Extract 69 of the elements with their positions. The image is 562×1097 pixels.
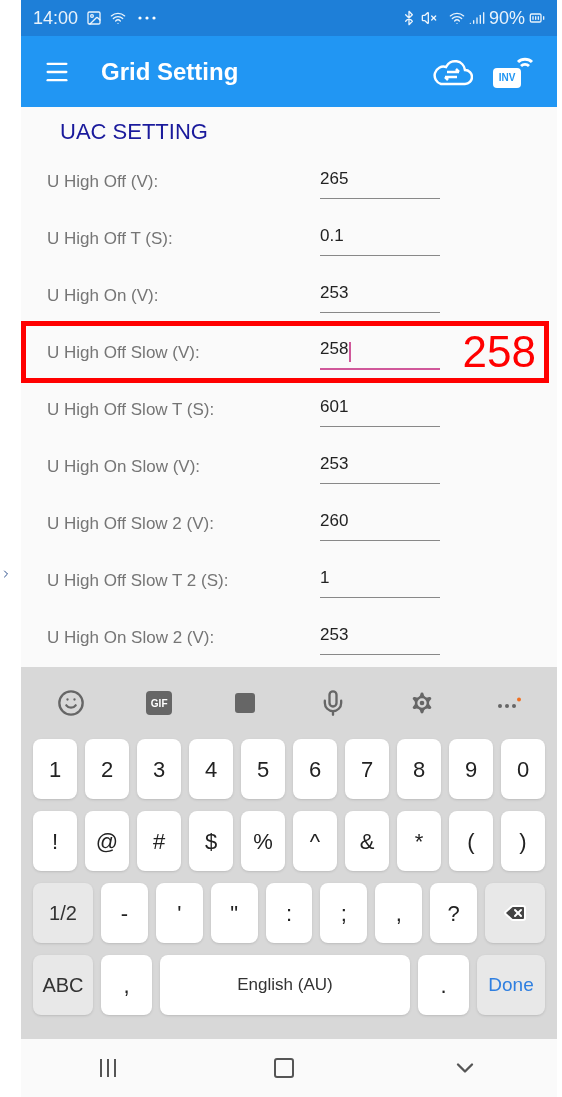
mute-icon [420,10,437,26]
keyboard-key[interactable]: ? [430,883,477,943]
gif-icon[interactable]: GIF [146,691,173,715]
keyboard-key[interactable]: 5 [241,739,285,799]
wifi-icon [448,10,465,26]
keyboard-key[interactable]: 2 [85,739,129,799]
keyboard-key[interactable]: ( [449,811,493,871]
keyboard-key[interactable]: ' [155,883,203,943]
input-field[interactable]: 265 [320,164,440,199]
app-title: Grid Setting [101,56,239,87]
image-icon [86,10,103,26]
battery-text: 90% [488,6,525,30]
keyboard-key[interactable]: : [265,883,313,943]
input-field[interactable]: 253 [320,449,440,484]
more-icon[interactable] [496,697,521,709]
input-field[interactable]: 1 [320,563,440,598]
text-cursor [349,341,352,362]
keyboard-key[interactable]: 8 [397,739,441,799]
input-field[interactable]: 253 [320,278,440,313]
keyboard-key[interactable]: . [418,955,469,1015]
battery-icon [529,10,545,26]
recent-apps-icon[interactable] [98,1058,117,1078]
field-label: U High On (V): [47,284,160,307]
field-label: U High Off Slow T 2 (S): [47,569,230,592]
emoji-icon[interactable] [57,689,85,717]
annotation-text: 258 [462,330,536,374]
section-title: UAC SETTING [60,118,209,146]
field-label: U High Off T (S): [47,227,174,250]
keyboard-key[interactable]: 1 [33,739,77,799]
home-icon[interactable] [272,1056,296,1080]
space-key[interactable]: English (AU) [160,955,410,1015]
keyboard-key[interactable]: 6 [293,739,337,799]
keyboard-key[interactable]: @ [85,811,129,871]
keyboard-key[interactable]: $ [189,811,233,871]
input-field[interactable]: 0.1 [320,221,440,256]
keyboard-key[interactable]: ! [33,811,77,871]
keyboard-key[interactable]: , [101,955,152,1015]
input-field[interactable]: 258 [320,335,440,370]
keyboard-key[interactable]: , [375,883,423,943]
signal-icon [468,10,485,26]
field-label: U High Off Slow 2 (V): [47,512,215,535]
keyboard-key[interactable]: 4 [189,739,233,799]
keyboard-key[interactable]: 7 [345,739,389,799]
keyboard-key[interactable]: ^ [293,811,337,871]
keyboard-key[interactable]: 1/2 [33,883,93,943]
input-field[interactable]: 601 [320,392,440,427]
field-label: U High Off Slow T (S): [47,398,216,421]
input-field[interactable]: 253 [320,620,440,655]
keyboard-key[interactable]: 0 [501,739,545,799]
wifi-icon [110,10,127,26]
keyboard-key[interactable]: - [101,883,148,943]
keyboard-key[interactable]: ) [501,811,545,871]
keyboard-key[interactable]: % [241,811,285,871]
keyboard-key[interactable]: " [210,883,258,943]
keyboard-key[interactable]: 3 [137,739,181,799]
clock-text: 14:00 [33,6,79,30]
keyboard-key[interactable]: # [137,811,181,871]
keyboard-key[interactable]: ABC [33,955,93,1015]
field-label: U High On Slow (V): [47,455,202,478]
field-label: U High Off Slow (V): [47,341,201,364]
backspace-key[interactable] [485,883,545,943]
keyboard-key[interactable]: & [345,811,389,871]
input-field[interactable]: 260 [320,506,440,541]
keyboard-key[interactable]: 9 [449,739,493,799]
more-icon [138,16,157,20]
field-label: U High Off (V): [47,170,160,193]
keyboard-key[interactable]: * [397,811,441,871]
field-label: U High On Slow 2 (V): [47,626,216,649]
keyboard-key[interactable]: ; [320,883,368,943]
